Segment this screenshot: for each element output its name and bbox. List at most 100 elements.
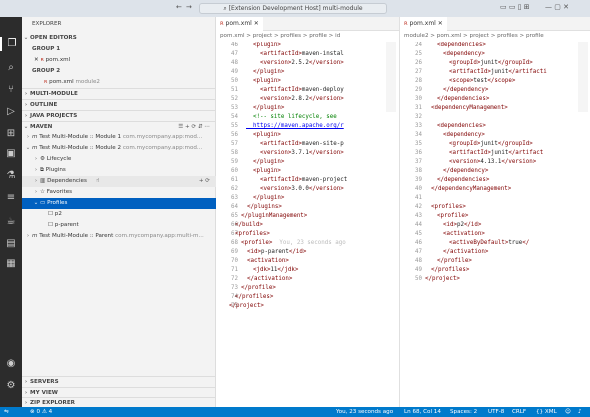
file-name: pom.xml (45, 57, 71, 63)
group2-label: GROUP 2 (32, 68, 61, 74)
command-center-search[interactable]: ⌕ [Extension Development Host] multi-mod… (199, 3, 387, 14)
chevron-down-icon: ⌄ (23, 124, 29, 130)
open-editor-item-group2[interactable]: ʀ pom.xml module2 (22, 77, 216, 88)
tree-item-label: Test Multi-Module :: Parent (39, 233, 114, 239)
tree-item-plugins[interactable]: › ⧉ Plugins (22, 165, 216, 176)
section-label: ZIP EXPLORER (30, 400, 75, 406)
maven-toolbar-icons[interactable]: ☰ + ⟳ ⇵ ⋯ (178, 122, 210, 132)
title-bar: ← → ⌕ [Extension Development Host] multi… (0, 0, 590, 17)
inline-blame: You, 23 seconds ago (279, 240, 346, 246)
breadcrumb-left[interactable]: pom.xml > project > profiles > profile >… (220, 31, 396, 42)
extensions-icon[interactable]: ⊞ (4, 127, 18, 141)
back-arrow-icon[interactable]: ← (176, 3, 182, 11)
tree-item-desc: com.mycompany.app:mod... (122, 145, 203, 151)
breadcrumb-right[interactable]: module2 > pom.xml > project > profiles >… (404, 31, 584, 42)
maven-section[interactable]: ⌄ MAVEN ☰ + ⟳ ⇵ ⋯ (22, 121, 216, 132)
warning-icon: ⚠ (41, 409, 49, 415)
tree-item-profile-p-parent[interactable]: ☐ p-parent (22, 220, 216, 231)
java-icon[interactable]: ☕ (4, 215, 18, 229)
chevron-right-icon: › (24, 113, 28, 119)
line-ending[interactable]: CRLF (512, 407, 526, 417)
docker-icon[interactable]: ▦ (4, 257, 18, 271)
remote-indicator-icon[interactable]: ⇋ (4, 407, 9, 417)
code-editor-right[interactable]: 24 <dependencies> 25 <dependency> 26 <gr… (400, 42, 590, 342)
multi-module-section[interactable]: › MULTI-MODULE (22, 88, 216, 99)
blame-text: You, 23 seconds ago (336, 409, 394, 415)
tree-item-module2[interactable]: ⌄ m Test Multi-Module :: Module 2 com.myc… (22, 143, 216, 154)
server-icon[interactable]: ▤ (4, 237, 18, 251)
bell-icon[interactable]: ♪ (578, 407, 582, 417)
file-name: pom.xml (49, 79, 74, 85)
chevron-right-icon: › (34, 167, 38, 173)
problems-indicator[interactable]: ⊗ 0 ⚠ 4 (30, 407, 52, 417)
activity-bar: ❐ ⌕ ⑂ ▷ ⊞ ▣ ⚗ ≡ ☕ ▤ ▦ ◉ ⚙ (0, 17, 22, 407)
close-icon[interactable]: ✕ (254, 20, 259, 27)
forward-arrow-icon[interactable]: → (186, 3, 192, 11)
tree-item-label: p2 (54, 211, 62, 217)
feedback-icon[interactable]: ☺ (565, 407, 571, 417)
tree-item-profiles[interactable]: ⌄ ▭ Profiles (22, 198, 216, 209)
tree-item-parent[interactable]: › m Test Multi-Module :: Parent com.mycom… (22, 231, 216, 242)
window-title: [Extension Development Host] multi-modul… (228, 5, 363, 12)
outline-section[interactable]: › OUTLINE (22, 99, 216, 110)
braces-icon: {} (536, 409, 545, 415)
tab-label: pom.xml (225, 20, 252, 27)
tree-item-favorites[interactable]: › ☆ Favorites (22, 187, 216, 198)
section-label: JAVA PROJECTS (30, 113, 78, 119)
section-label: OUTLINE (30, 102, 58, 108)
tree-item-desc: com.mycompany.app:mod... (122, 134, 203, 140)
tree-item-dependencies[interactable]: › ▥ Dependencies ☝ + ⟳ (22, 176, 216, 187)
tree-item-profile-p2[interactable]: ☐ p2 (22, 209, 216, 220)
language-mode[interactable]: {} XML (536, 407, 557, 417)
window-controls[interactable]: — ▢ ✕ (545, 3, 569, 11)
chevron-right-icon: › (24, 102, 28, 108)
checkbox-icon[interactable]: ☐ (48, 211, 55, 217)
tree-item-label: p-parent (54, 222, 79, 228)
tree-item-label: Dependencies (47, 178, 87, 184)
testing-icon[interactable]: ⚗ (4, 169, 18, 183)
close-icon[interactable]: ✕ (438, 20, 443, 27)
hand-pointer-icon: ☝ (96, 178, 100, 184)
tree-item-desc: com.mycompany.app:multi-m... (115, 233, 204, 239)
file-description: module2 (75, 79, 100, 85)
chevron-down-icon: ⌄ (33, 200, 39, 206)
tab-pom-xml-module2[interactable]: ʀ pom.xml ✕ (400, 17, 447, 31)
explorer-sidebar: EXPLORER ⌄ OPEN EDITORS GROUP 1 ✕ ʀ pom.x… (22, 17, 216, 407)
remote-icon[interactable]: ▣ (4, 147, 18, 161)
code-editor-left[interactable]: 46 <plugin> 47 <artifactId>maven-instal … (216, 42, 399, 342)
checkbox-icon[interactable]: ☐ (48, 222, 55, 228)
search-icon[interactable]: ⌕ (4, 61, 18, 75)
chevron-down-icon: ⌄ (23, 35, 29, 41)
open-editor-item-group1[interactable]: ✕ ʀ pom.xml (22, 55, 216, 66)
explorer-icon[interactable]: ❐ (0, 37, 22, 51)
group1-label: GROUP 1 (32, 46, 61, 52)
section-label: MULTI-MODULE (30, 91, 78, 97)
run-debug-icon[interactable]: ▷ (4, 105, 18, 119)
chevron-right-icon: › (26, 233, 30, 239)
editor-area: ʀ pom.xml ✕ pom.xml > project > profiles… (216, 17, 590, 407)
tree-item-module1[interactable]: › m Test Multi-Module :: Module 1 com.myc… (22, 132, 216, 143)
dependency-actions[interactable]: + ⟳ (199, 176, 210, 187)
minimap-right[interactable] (578, 42, 588, 112)
maven-icon[interactable]: ≡ (4, 191, 18, 205)
indentation[interactable]: Spaces: 2 (450, 407, 477, 417)
explorer-title: EXPLORER (32, 21, 62, 27)
tree-item-lifecycle[interactable]: › ⚙ Lifecycle (22, 154, 216, 165)
gear-icon[interactable]: ⚙ (4, 379, 18, 393)
tab-pom-xml[interactable]: ʀ pom.xml ✕ (216, 17, 263, 31)
account-icon[interactable]: ◉ (4, 357, 18, 371)
error-count: 0 (36, 409, 41, 415)
open-editors-header[interactable]: ⌄ OPEN EDITORS (22, 33, 216, 44)
status-bar: ⇋ ⊗ 0 ⚠ 4 You, 23 seconds ago Ln 68, Col… (0, 407, 590, 417)
layout-icons[interactable]: ▭ ▭ ▯ ⊞ (500, 3, 530, 11)
cursor-position[interactable]: Ln 68, Col 14 (404, 407, 441, 417)
git-blame-status[interactable]: You, 23 seconds ago (336, 407, 393, 417)
servers-section[interactable]: › SERVERS (22, 376, 216, 387)
open-editors-label: OPEN EDITORS (30, 35, 77, 41)
source-control-icon[interactable]: ⑂ (4, 83, 18, 97)
language-label: XML (544, 409, 557, 415)
encoding[interactable]: UTF-8 (488, 407, 504, 417)
java-projects-section[interactable]: › JAVA PROJECTS (22, 110, 216, 121)
minimap-left[interactable] (386, 42, 396, 112)
star-icon: ☆ (40, 189, 47, 195)
